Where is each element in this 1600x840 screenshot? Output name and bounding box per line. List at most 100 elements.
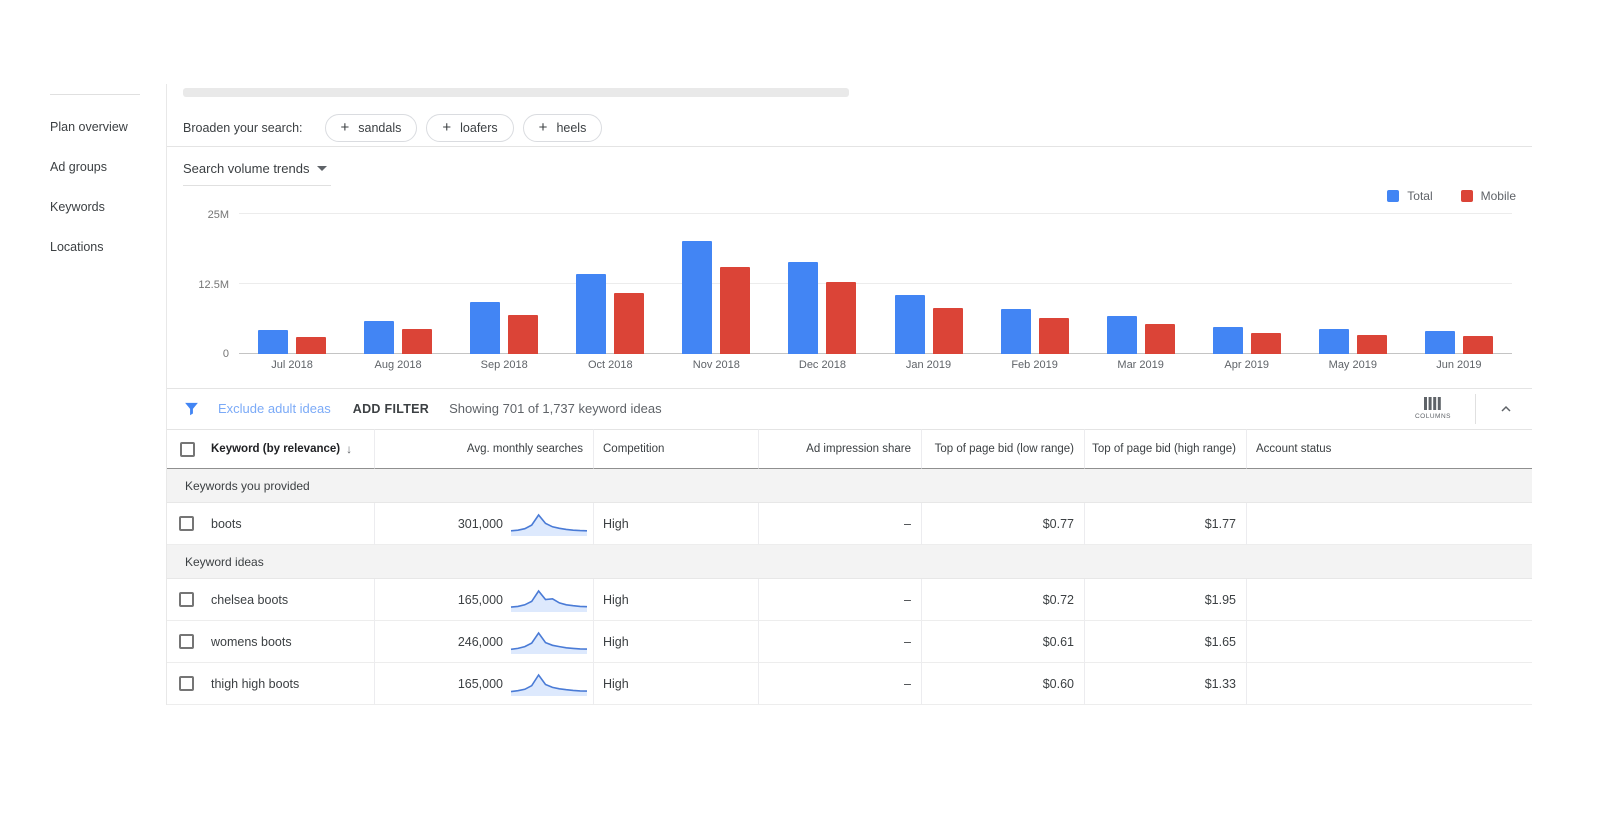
filter-funnel-icon[interactable] — [183, 400, 200, 417]
chart-bar-total — [682, 240, 713, 354]
cell-competition: High — [593, 579, 758, 621]
row-checkbox[interactable] — [179, 676, 194, 691]
cell-avg-monthly-searches: 246,000 — [374, 621, 593, 663]
cell-keyword[interactable]: womens boots — [211, 621, 374, 663]
cell-avg-monthly-searches: 165,000 — [374, 663, 593, 705]
plus-icon: + — [442, 119, 452, 137]
bar-group: Feb 2019 — [1000, 214, 1069, 371]
sidebar: Plan overview Ad groups Keywords Locatio… — [36, 84, 166, 705]
sidebar-item-keywords[interactable]: Keywords — [36, 187, 166, 227]
chart-bar-mobile — [508, 314, 539, 354]
chip-label: sandals — [358, 120, 402, 135]
header-competition[interactable]: Competition — [593, 429, 758, 469]
trend-sparkline — [510, 673, 588, 696]
x-axis-label: Jan 2019 — [905, 358, 952, 371]
cell-top-bid-high: $1.95 — [1084, 579, 1246, 621]
header-top-bid-low[interactable]: Top of page bid (low range) — [921, 429, 1084, 469]
chart-bar-mobile — [720, 266, 751, 354]
sidebar-item-plan-overview[interactable]: Plan overview — [36, 107, 166, 147]
cell-top-bid-high: $1.65 — [1084, 621, 1246, 663]
row-checkbox[interactable] — [179, 634, 194, 649]
collapse-chevron-up-icon[interactable] — [1494, 397, 1518, 421]
legend-item-mobile: Mobile — [1460, 188, 1516, 203]
sidebar-item-ad-groups[interactable]: Ad groups — [36, 147, 166, 187]
bar-group: Jun 2019 — [1424, 214, 1493, 371]
trend-sparkline — [510, 631, 588, 654]
cell-top-bid-high: $1.77 — [1084, 503, 1246, 545]
sidebar-item-locations[interactable]: Locations — [36, 227, 166, 267]
legend-label: Total — [1407, 188, 1433, 203]
sort-descending-icon: ↓ — [346, 442, 353, 456]
trend-sparkline — [510, 589, 588, 612]
chart-bar-total — [1424, 330, 1455, 354]
bar-group: Oct 2018 — [576, 214, 645, 371]
x-axis-label: Dec 2018 — [798, 358, 846, 371]
chart-bar-mobile — [1356, 334, 1387, 354]
add-filter-button[interactable]: ADD FILTER — [353, 402, 429, 416]
cell-avg-monthly-searches: 165,000 — [374, 579, 593, 621]
header-ad-impression-share[interactable]: Ad impression share — [758, 429, 921, 469]
bar-pair — [1424, 330, 1493, 354]
columns-button[interactable]: COLUMNS — [1409, 395, 1457, 422]
select-all-checkbox[interactable] — [180, 441, 195, 457]
header-account-status[interactable]: Account status — [1246, 429, 1532, 469]
chip-label: heels — [556, 120, 587, 135]
cell-competition: High — [593, 663, 758, 705]
chart-bar-total — [364, 320, 395, 354]
broaden-search-label: Broaden your search: — [183, 120, 303, 135]
x-axis-label: May 2019 — [1328, 358, 1377, 371]
main-content: Broaden your search: + sandals + loafers… — [166, 84, 1532, 705]
cell-ad-impression-share: – — [758, 663, 921, 705]
chart-bar-total — [1212, 326, 1243, 354]
cell-account-status — [1246, 579, 1532, 621]
chart-bar-total — [470, 301, 501, 354]
bar-pair — [1318, 328, 1387, 354]
cell-top-bid-low: $0.61 — [921, 621, 1084, 663]
chart-bar-total — [258, 329, 289, 354]
search-volume-trends-section: Search volume trends Total Mobile 25M 12… — [167, 147, 1532, 388]
bar-group: Dec 2018 — [788, 214, 857, 371]
row-checkbox[interactable] — [179, 592, 194, 607]
header-top-bid-high[interactable]: Top of page bid (high range) — [1084, 429, 1246, 469]
chip-add-loafers[interactable]: + loafers — [426, 113, 514, 142]
legend-label: Mobile — [1480, 188, 1516, 203]
cell-top-bid-high: $1.33 — [1084, 663, 1246, 705]
cell-keyword[interactable]: chelsea boots — [211, 579, 374, 621]
cell-keyword[interactable]: boots — [211, 503, 374, 545]
bar-groups: Jul 2018 Aug 2018 Sep 2018 Oct 2018 Nov 2018… — [239, 214, 1512, 371]
chip-add-heels[interactable]: + heels — [522, 113, 603, 142]
cell-keyword[interactable]: thigh high boots — [211, 663, 374, 705]
chart-bar-mobile — [1144, 323, 1175, 354]
columns-caption: COLUMNS — [1414, 413, 1451, 421]
cell-top-bid-low: $0.72 — [921, 579, 1084, 621]
bar-pair — [470, 301, 539, 354]
horizontal-scrollbar[interactable] — [183, 88, 849, 98]
chart-bar-mobile — [826, 281, 857, 354]
bar-group: Mar 2019 — [1106, 214, 1175, 371]
bar-pair — [1106, 315, 1175, 354]
exclude-adult-ideas-link[interactable]: Exclude adult ideas — [218, 401, 331, 416]
header-keyword: Keyword (by relevance) ↓ — [211, 429, 374, 469]
bar-group: May 2019 — [1318, 214, 1387, 371]
x-axis-label: Jun 2019 — [1436, 358, 1482, 371]
keyword-ideas-table: Keyword (by relevance) ↓ Avg. monthly se… — [167, 429, 1532, 705]
cell-account-status — [1246, 663, 1532, 705]
avg-searches-value: 165,000 — [457, 592, 503, 607]
plus-icon: + — [538, 119, 548, 137]
y-axis-tick: 12.5M — [198, 278, 229, 291]
x-axis-label: Aug 2018 — [374, 358, 422, 371]
row-checkbox-cell — [167, 621, 211, 663]
chart-title-underline — [183, 184, 331, 186]
row-checkbox[interactable] — [179, 516, 194, 531]
plus-icon: + — [340, 119, 350, 137]
chart-type-dropdown[interactable]: Search volume trends — [183, 161, 328, 176]
y-axis-tick: 0 — [222, 347, 229, 360]
legend-item-total: Total — [1387, 188, 1433, 203]
cell-competition: High — [593, 621, 758, 663]
table-section-header: Keyword ideas — [167, 545, 1532, 579]
keyword-sort-header[interactable]: Keyword (by relevance) ↓ — [211, 442, 352, 456]
row-checkbox-cell — [167, 663, 211, 705]
broaden-search-row: Broaden your search: + sandals + loafers… — [167, 110, 1532, 147]
header-avg-monthly-searches[interactable]: Avg. monthly searches — [374, 429, 593, 469]
chip-add-sandals[interactable]: + sandals — [324, 113, 418, 142]
